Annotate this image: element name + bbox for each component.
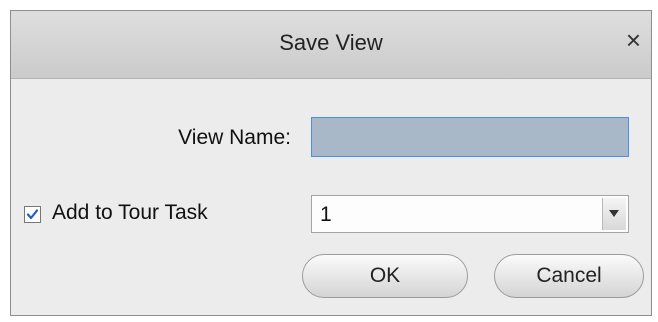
add-to-tour-checkbox[interactable] <box>24 206 41 223</box>
view-name-label: View Name: <box>178 126 291 149</box>
save-view-dialog: Save View × View Name: Add to Tour Task … <box>10 10 652 316</box>
view-name-input[interactable] <box>311 117 629 157</box>
tour-task-selected-value: 1 <box>320 203 332 226</box>
dialog-titlebar[interactable]: Save View × <box>11 11 651 79</box>
dropdown-arrow-button[interactable] <box>602 198 626 230</box>
add-to-tour-label[interactable]: Add to Tour Task <box>52 201 208 225</box>
ok-button[interactable]: OK <box>302 254 468 298</box>
dialog-title: Save View <box>279 30 383 55</box>
chevron-down-icon <box>609 210 619 217</box>
close-icon[interactable]: × <box>626 27 641 53</box>
tour-task-select[interactable]: 1 <box>311 195 629 233</box>
cancel-button[interactable]: Cancel <box>494 254 644 298</box>
checkmark-icon <box>26 209 39 220</box>
